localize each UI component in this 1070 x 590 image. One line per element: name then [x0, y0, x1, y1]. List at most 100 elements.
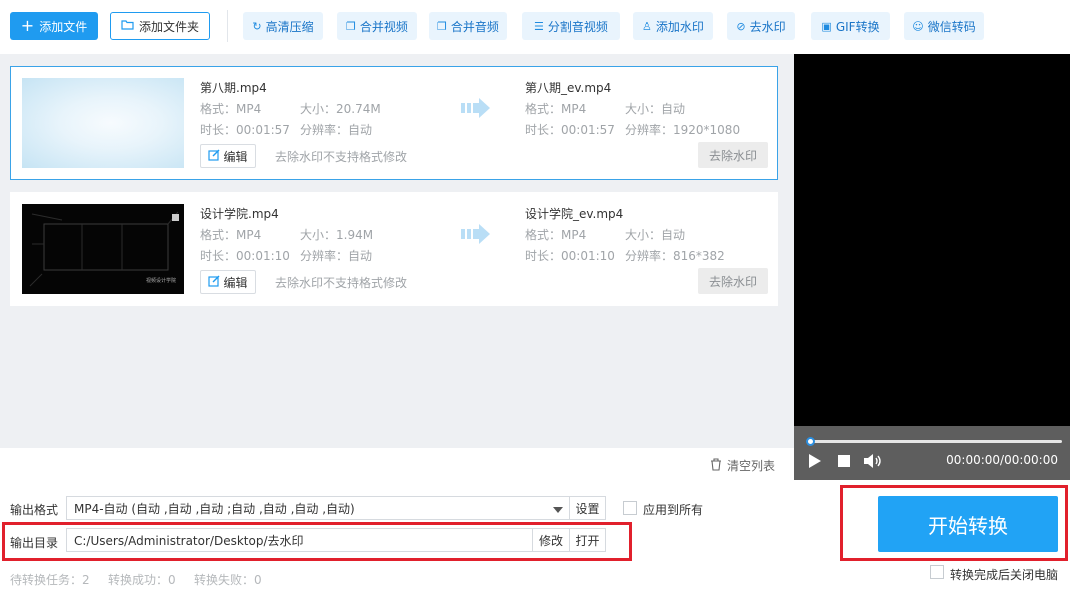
compress-icon: ↻ — [252, 19, 262, 33]
apply-all-checkbox[interactable] — [623, 501, 637, 515]
start-convert-label: 开始转换 — [928, 513, 1008, 538]
thumbnail-caption: 视频设计学院 — [146, 277, 176, 284]
output-dir-field[interactable]: C:/Users/Administrator/Desktop/去水印 — [66, 528, 533, 552]
format-note: 去除水印不支持格式修改 — [275, 150, 408, 164]
pending-count: 待转换任务：2 — [10, 573, 90, 587]
remove-watermark-label: 去除水印 — [708, 148, 757, 163]
success-count: 转换成功：0 — [108, 573, 176, 587]
tool-add-watermark-button[interactable]: ♙ 添加水印 — [633, 12, 713, 40]
output-format-value: MP4-自动 (自动 ,自动 ,自动 ;自动 ,自动 ,自动 ,自动) — [74, 501, 355, 516]
target-size: 大小：自动 — [625, 102, 686, 116]
source-resolution: 分辨率：自动 — [300, 249, 373, 263]
add-watermark-icon: ♙ — [642, 19, 652, 33]
output-dir-value: C:/Users/Administrator/Desktop/去水印 — [74, 533, 304, 548]
output-format-select[interactable]: MP4-自动 (自动 ,自动 ,自动 ;自动 ,自动 ,自动 ,自动) — [66, 496, 570, 520]
video-preview: 00:00:00/00:00:00 — [794, 54, 1070, 480]
target-resolution: 分辨率：1920*1080 — [625, 123, 741, 137]
tool-remove-watermark-button[interactable]: ⊘ 去水印 — [727, 12, 795, 40]
target-size: 大小：自动 — [625, 228, 686, 242]
tool-label: 分割音视频 — [547, 19, 608, 34]
edit-label: 编辑 — [223, 275, 248, 290]
playback-time: 00:00:00/00:00:00 — [946, 453, 1058, 467]
file-item[interactable]: 视频设计学院 设计学院.mp4 格式：MP4 大小：1.94M 时长：00:01… — [10, 192, 778, 306]
merge-video-icon: ❐ — [346, 19, 356, 33]
source-format: 格式：MP4 — [200, 228, 262, 242]
trash-icon — [710, 457, 722, 474]
edit-button[interactable]: 编辑 — [200, 270, 256, 294]
remove-watermark-icon: ⊘ — [736, 19, 746, 33]
apply-all-label: 应用到所有 — [643, 503, 704, 517]
file-item[interactable]: 第八期.mp4 格式：MP4 大小：20.74M 时长：00:01:57 分辨率… — [10, 66, 778, 180]
split-icon: ☰ — [534, 19, 544, 33]
format-note: 去除水印不支持格式修改 — [275, 276, 408, 290]
source-resolution: 分辨率：自动 — [300, 123, 373, 137]
shutdown-label: 转换完成后关闭电脑 — [950, 568, 1059, 582]
volume-icon[interactable] — [863, 453, 883, 472]
clear-list-label: 清空列表 — [727, 459, 776, 473]
remove-watermark-button[interactable]: 去除水印 — [698, 268, 768, 294]
tool-label: 合并音频 — [450, 19, 499, 34]
tool-split-button[interactable]: ☰ 分割音视频 — [522, 12, 620, 40]
clear-list-button[interactable]: 清空列表 — [710, 457, 775, 474]
remove-watermark-button[interactable]: 去除水印 — [698, 142, 768, 168]
tool-gif-button[interactable]: ▣ GIF转换 — [811, 12, 890, 40]
plus-icon: + — [20, 16, 35, 35]
source-duration: 时长：00:01:57 — [200, 123, 290, 137]
arrow-right-icon — [461, 223, 491, 245]
chevron-down-icon — [553, 503, 563, 517]
video-thumbnail: 视频设计学院 — [22, 204, 184, 294]
edit-icon — [208, 149, 220, 164]
seek-bar[interactable] — [806, 437, 1062, 446]
tool-label: 微信转码 — [927, 19, 976, 34]
folder-icon — [121, 19, 134, 33]
tool-merge-audio-button[interactable]: ❐ 合并音频 — [429, 12, 507, 40]
source-filename: 第八期.mp4 — [200, 81, 267, 95]
thumbnail-sketch: 视频设计学院 — [29, 211, 179, 287]
edit-label: 编辑 — [223, 149, 248, 164]
merge-audio-icon: ❐ — [437, 19, 447, 33]
wechat-icon: ☺ — [912, 19, 924, 33]
tool-wechat-button[interactable]: ☺ 微信转码 — [904, 12, 984, 40]
target-filename: 设计学院_ev.mp4 — [525, 207, 624, 221]
target-duration: 时长：00:01:57 — [525, 123, 615, 137]
source-filename: 设计学院.mp4 — [200, 207, 279, 221]
toolbar: + 添加文件 添加文件夹 ↻ 高清压缩 ❐ 合并视频 ❐ 合并音频 ☰ 分割音视… — [0, 0, 1070, 54]
tool-merge-video-button[interactable]: ❐ 合并视频 — [337, 12, 417, 40]
edit-button[interactable]: 编辑 — [200, 144, 256, 168]
add-folder-label: 添加文件夹 — [138, 19, 199, 34]
target-format: 格式：MP4 — [525, 102, 587, 116]
remove-watermark-label: 去除水印 — [708, 274, 757, 289]
tool-label: 去水印 — [749, 19, 786, 34]
source-size: 大小：20.74M — [300, 102, 381, 116]
settings-button[interactable]: 设置 — [569, 496, 606, 520]
add-file-button[interactable]: + 添加文件 — [10, 12, 98, 40]
source-format: 格式：MP4 — [200, 102, 262, 116]
stop-icon[interactable] — [838, 455, 850, 470]
tool-label: 合并视频 — [359, 19, 408, 34]
target-duration: 时长：00:01:10 — [525, 249, 615, 263]
output-dir-label: 输出目录 — [10, 536, 59, 550]
target-filename: 第八期_ev.mp4 — [525, 81, 612, 95]
modify-button[interactable]: 修改 — [532, 528, 570, 552]
settings-label: 设置 — [575, 501, 600, 516]
open-button[interactable]: 打开 — [569, 528, 606, 552]
edit-icon — [208, 275, 220, 290]
tool-label: 高清压缩 — [265, 19, 314, 34]
shutdown-checkbox[interactable] — [930, 565, 944, 579]
failed-count: 转换失败：0 — [194, 573, 262, 587]
start-convert-button[interactable]: 开始转换 — [878, 496, 1058, 552]
tool-label: 添加水印 — [655, 19, 704, 34]
play-icon[interactable] — [808, 453, 822, 472]
file-list: 第八期.mp4 格式：MP4 大小：20.74M 时长：00:01:57 分辨率… — [0, 54, 794, 448]
add-folder-button[interactable]: 添加文件夹 — [110, 12, 210, 40]
output-format-label: 输出格式 — [10, 503, 59, 517]
tool-compress-button[interactable]: ↻ 高清压缩 — [243, 12, 323, 40]
seek-knob[interactable] — [806, 437, 815, 446]
modify-label: 修改 — [538, 533, 563, 548]
gif-icon: ▣ — [821, 19, 832, 33]
tool-label: GIF转换 — [835, 19, 880, 34]
source-duration: 时长：00:01:10 — [200, 249, 290, 263]
target-resolution: 分辨率：816*382 — [625, 249, 725, 263]
player-controls: 00:00:00/00:00:00 — [794, 426, 1070, 480]
toolbar-divider — [227, 10, 228, 42]
